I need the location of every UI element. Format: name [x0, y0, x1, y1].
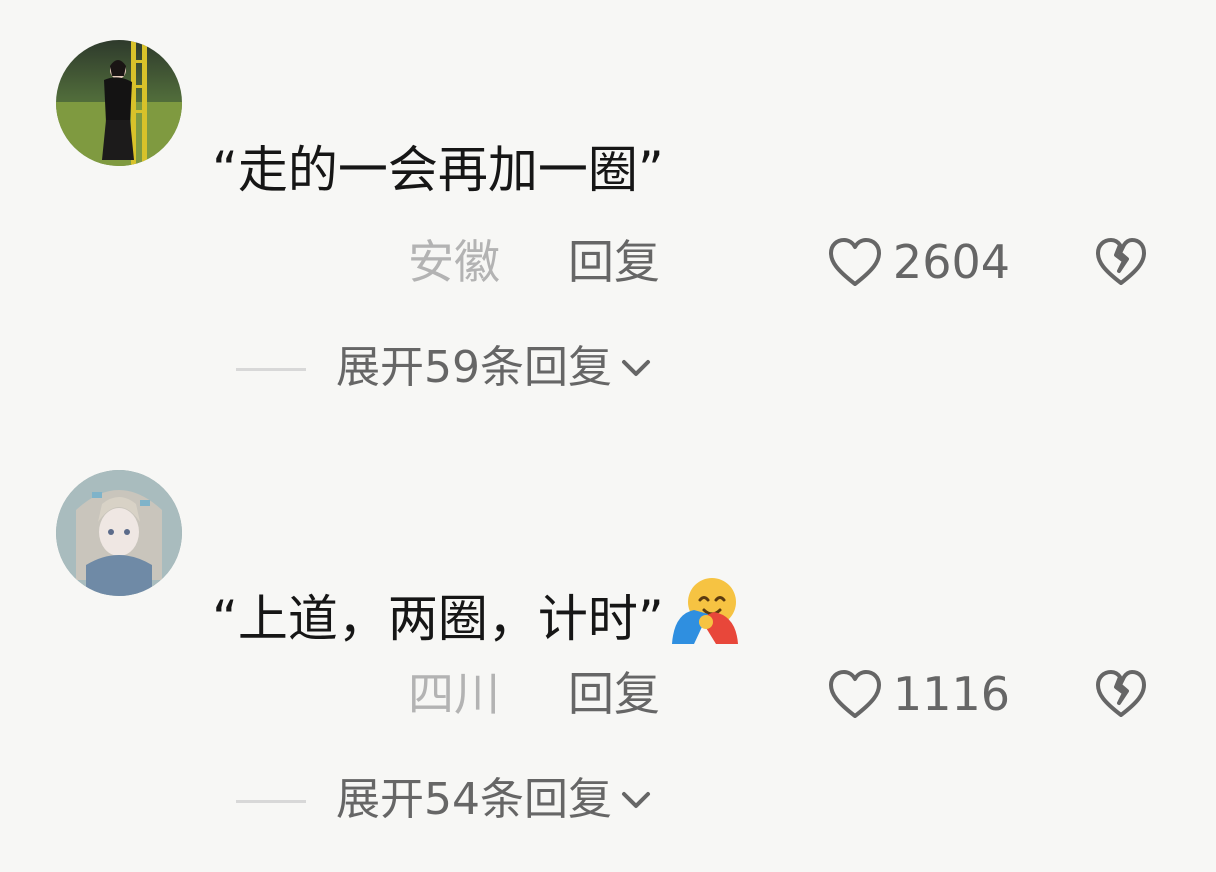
like-button[interactable]: 1116	[827, 664, 1010, 724]
expand-replies-button[interactable]: 展开54条回复	[336, 770, 654, 830]
comment-text: “走的一会再加一圈”	[212, 141, 664, 199]
comment-location: 四川	[408, 667, 500, 721]
expand-replies-row: 展开54条回复	[0, 770, 1216, 830]
divider	[236, 800, 306, 803]
chevron-down-icon	[622, 360, 650, 376]
like-count: 1116	[892, 667, 1010, 721]
broken-heart-icon	[1096, 670, 1146, 717]
avatar[interactable]	[56, 470, 182, 596]
reply-button[interactable]: 回复	[568, 664, 660, 724]
heart-outline-icon	[828, 670, 881, 718]
reply-button[interactable]: 回复	[568, 232, 660, 292]
heart-outline-icon	[828, 238, 881, 286]
like-count: 2604	[892, 235, 1010, 289]
comment-location: 安徽	[408, 235, 500, 289]
chevron-down-icon	[622, 792, 650, 808]
hugging-face-emoji	[668, 574, 742, 648]
expand-replies-label: 展开59条回复	[336, 342, 612, 393]
comment-item: “走的一会再加一圈” 安徽 回复 2604 展开59条回复	[0, 0, 1216, 430]
dislike-button[interactable]	[1094, 235, 1148, 289]
expand-replies-button[interactable]: 展开59条回复	[336, 338, 654, 398]
dislike-button[interactable]	[1094, 667, 1148, 721]
expand-replies-row: 展开59条回复	[0, 338, 1216, 398]
like-button[interactable]: 2604	[827, 232, 1010, 292]
divider	[236, 368, 306, 371]
expand-replies-label: 展开54条回复	[336, 774, 612, 825]
comment-meta: 四川 回复 1116	[0, 664, 1216, 724]
comment-text: “上道，两圈，计时”	[212, 574, 742, 649]
comment-item: “上道，两圈，计时” 四川 回复 1116 展开54条回复	[0, 432, 1216, 862]
comment-meta: 安徽 回复 2604	[0, 232, 1216, 292]
avatar[interactable]	[56, 40, 182, 166]
broken-heart-icon	[1096, 238, 1146, 285]
